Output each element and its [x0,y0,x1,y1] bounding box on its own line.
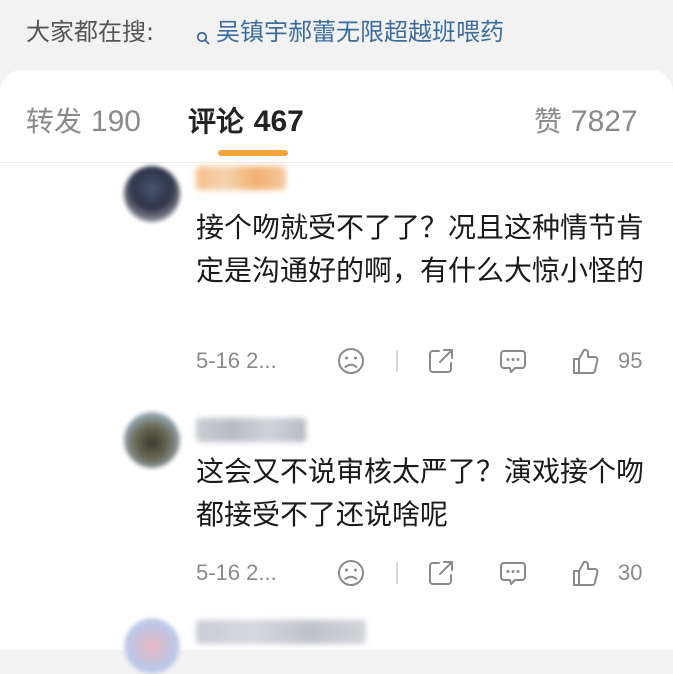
tab-like-count: 7827 [570,105,638,138]
thumbs-up-icon[interactable] [570,558,600,588]
share-icon[interactable] [426,346,456,376]
tab-repost[interactable]: 转发 190 [26,100,141,140]
username[interactable] [196,418,306,442]
tab-like-label: 赞 [534,105,563,138]
search-icon [196,23,210,44]
tab-comment-label: 评论 [188,105,245,138]
comment-bubble-icon[interactable] [498,558,528,588]
comment-time: 5-16 2... [196,560,277,585]
hot-search-query[interactable]: 吴镇宇郝蕾无限超越班喂药 [216,12,504,47]
tab-like[interactable]: 赞 7827 [534,100,638,140]
like-count: 95 [618,348,643,373]
comment-bubble-icon[interactable] [498,346,528,376]
tab-comment[interactable]: 评论 467 [188,100,304,140]
divider [396,350,398,372]
hot-search-bar: 大家都在搜: 吴镇宇郝蕾无限超越班喂药 [0,0,673,68]
share-icon[interactable] [426,558,456,588]
tab-bar: 转发 190 评论 467 赞 7827 [0,70,673,163]
like-count: 30 [618,560,643,585]
comment-item [0,610,673,674]
tab-comment-count: 467 [253,105,304,138]
sad-face-icon[interactable] [336,346,366,376]
username[interactable] [196,620,366,644]
comment-item: 这会又不说审核太严了？演戏接个吻都接受不了还说啥呢 5-16 2... 30 [0,400,673,600]
comment-actions: 5-16 2... 95 [196,344,646,378]
avatar[interactable] [124,166,180,222]
active-tab-indicator [218,150,288,156]
hot-search-prefix: 大家都在搜: [26,18,155,46]
tab-repost-count: 190 [90,105,141,138]
username[interactable] [196,166,286,190]
comment-actions: 5-16 2... 30 [196,556,646,590]
avatar[interactable] [124,618,180,674]
thumbs-up-icon[interactable] [570,346,600,376]
divider [396,562,398,584]
comment-item: 接个吻就受不了了？况且这种情节肯定是沟通好的啊，有什么大惊小怪的 5-16 2.… [0,162,673,382]
avatar[interactable] [124,412,180,468]
hot-search-link[interactable]: 吴镇宇郝蕾无限超越班喂药 [196,12,504,47]
comment-text: 接个吻就受不了了？况且这种情节肯定是沟通好的啊，有什么大惊小怪的 [196,211,645,287]
comment-time: 5-16 2... [196,348,277,373]
tab-repost-label: 转发 [26,105,83,138]
comment-text: 这会又不说审核太严了？演戏接个吻都接受不了还说啥呢 [196,455,645,531]
comments-card: 转发 190 评论 467 赞 7827 接个吻就受不了了？况且这种情节肯定是沟… [0,70,673,674]
sad-face-icon[interactable] [336,558,366,588]
